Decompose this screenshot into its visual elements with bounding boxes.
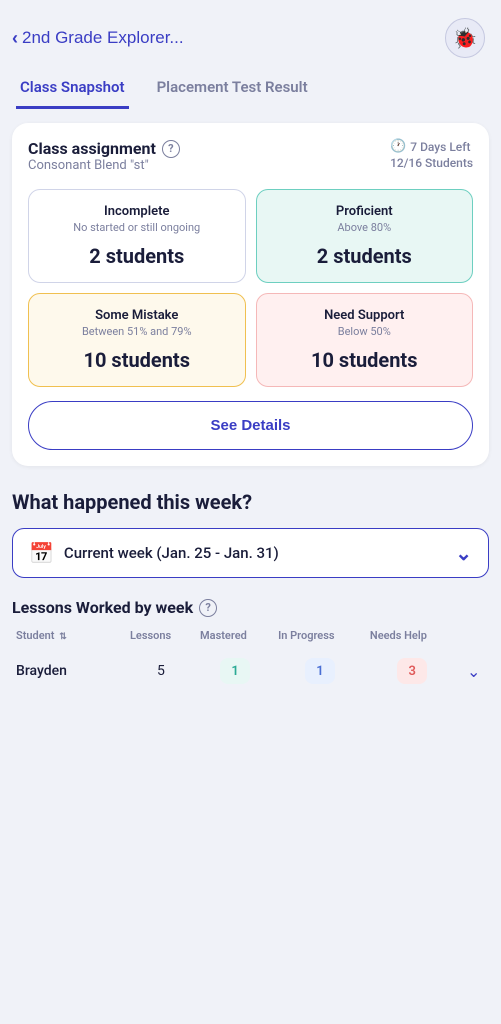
col-header-in-progress: In Progress [274,629,366,650]
table-row: Brayden 5 1 1 3 ⌄ [12,650,489,692]
stat-label-some-mistake: Some Mistake [41,308,233,323]
stat-card-some-mistake: Some Mistake Between 51% and 79% 10 stud… [28,293,246,387]
stat-sublabel-proficient: Above 80% [269,221,461,234]
stat-sublabel-incomplete: No started or still ongoing [41,221,233,234]
back-chevron-icon: ‹ [12,28,18,49]
week-label: Current week (Jan. 25 - Jan. 31) [64,544,445,562]
row-chevron-icon: ⌄ [467,662,480,681]
stat-card-proficient: Proficient Above 80% 2 students [256,189,474,283]
assignment-subtitle: Consonant Blend "st" [28,158,180,173]
tab-bar: Class Snapshot Placement Test Result [0,70,501,109]
lessons-table: Student ⇅ Lessons Mastered In Progress N… [12,629,489,692]
assignment-title: Class assignment ? [28,139,180,158]
table-header: Student ⇅ Lessons Mastered In Progress N… [12,629,489,650]
back-label: 2nd Grade Explorer... [22,28,184,48]
cell-row-expand[interactable]: ⌄ [458,650,489,692]
stat-card-need-support: Need Support Below 50% 10 students [256,293,474,387]
lessons-section-title: Lessons Worked by week ? [12,598,489,617]
stat-sublabel-some-mistake: Between 51% and 79% [41,325,233,338]
lessons-help-icon[interactable]: ? [199,599,217,617]
stat-sublabel-need-support: Below 50% [269,325,461,338]
back-button[interactable]: ‹ 2nd Grade Explorer... [12,28,184,49]
table-body: Brayden 5 1 1 3 ⌄ [12,650,489,692]
badge-needs-help: 3 [397,658,427,684]
assignment-card: Class assignment ? Consonant Blend "st" … [12,123,489,466]
stat-label-need-support: Need Support [269,308,461,323]
cell-lessons: 5 [126,650,196,692]
cell-needs-help: 3 [366,650,459,692]
tab-placement-test[interactable]: Placement Test Result [153,70,312,109]
week-selector[interactable]: 📅 Current week (Jan. 25 - Jan. 31) ⌄ [12,528,489,578]
assignment-meta: 🕐 7 Days Left 12/16 Students [390,139,473,170]
chevron-down-icon: ⌄ [455,541,472,565]
col-header-needs-help: Needs Help [366,629,459,650]
stat-card-incomplete: Incomplete No started or still ongoing 2… [28,189,246,283]
avatar[interactable]: 🐞 [445,18,485,58]
badge-mastered: 1 [220,658,250,684]
calendar-icon: 📅 [29,541,54,565]
col-header-mastered: Mastered [196,629,274,650]
days-left: 🕐 7 Days Left [390,139,473,154]
assignment-header: Class assignment ? Consonant Blend "st" … [28,139,473,187]
weekly-section-title: What happened this week? [12,490,489,514]
app-header: ‹ 2nd Grade Explorer... 🐞 [0,0,501,70]
clock-icon: 🕐 [390,139,406,154]
stats-grid: Incomplete No started or still ongoing 2… [28,189,473,387]
weekly-section: What happened this week? 📅 Current week … [12,490,489,692]
main-content: Class assignment ? Consonant Blend "st" … [0,109,501,712]
stat-value-incomplete: 2 students [41,244,233,268]
stat-value-proficient: 2 students [269,244,461,268]
assignment-title-group: Class assignment ? Consonant Blend "st" [28,139,180,187]
col-header-lessons: Lessons [126,629,196,650]
tab-class-snapshot[interactable]: Class Snapshot [16,70,129,109]
col-header-student: Student ⇅ [12,629,126,650]
students-count: 12/16 Students [390,156,473,170]
help-icon[interactable]: ? [162,140,180,158]
see-details-button[interactable]: See Details [28,401,473,450]
sort-arrows-icon[interactable]: ⇅ [59,632,67,642]
col-header-expand [458,629,489,650]
badge-in-progress: 1 [305,658,335,684]
stat-value-need-support: 10 students [269,348,461,372]
stat-label-incomplete: Incomplete [41,204,233,219]
cell-in-progress: 1 [274,650,366,692]
avatar-emoji: 🐞 [453,26,478,50]
cell-mastered: 1 [196,650,274,692]
stat-value-some-mistake: 10 students [41,348,233,372]
stat-label-proficient: Proficient [269,204,461,219]
cell-student-name: Brayden [12,650,126,692]
